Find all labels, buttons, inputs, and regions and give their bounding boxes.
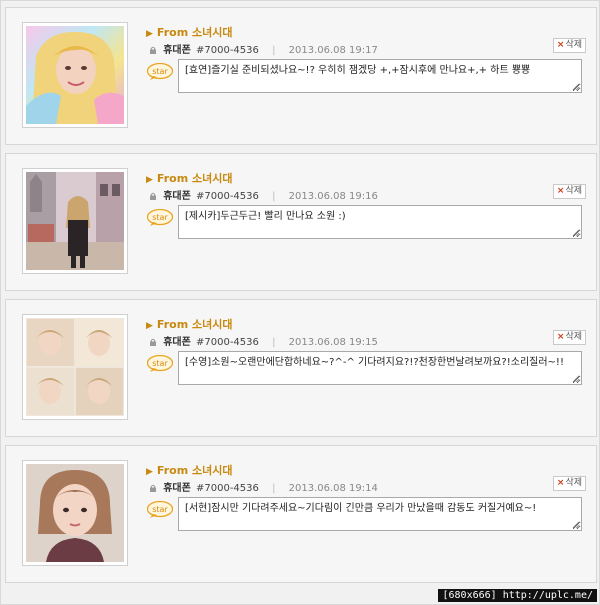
arrow-right-icon: ▶ — [146, 321, 153, 331]
star-badge-icon: star — [147, 355, 174, 372]
message-date: 2013.06.08 19:17 — [288, 45, 378, 56]
sender-label: 휴대폰 — [163, 45, 191, 56]
delete-label: 삭제 — [565, 40, 582, 50]
arrow-right-icon: ▶ — [146, 467, 153, 477]
sender-label: 휴대폰 — [163, 483, 191, 494]
collage-photo-icon — [26, 318, 124, 416]
star-badge-icon: star — [147, 501, 174, 518]
delete-button[interactable]: ×삭제 — [552, 476, 586, 491]
message-text: [제시카]두근두근! 빨리 만나요 소원 :) — [185, 211, 346, 222]
delete-button[interactable]: ×삭제 — [552, 330, 586, 345]
sender-label: 휴대폰 — [163, 337, 191, 348]
message-textarea[interactable]: [제시카]두근두근! 빨리 만나요 소원 :) — [178, 205, 582, 239]
arrow-right-icon: ▶ — [146, 175, 153, 185]
from-prefix: From — [156, 26, 189, 39]
from-prefix: From — [156, 464, 189, 477]
message-photo[interactable] — [22, 314, 128, 420]
watermark: [680x666] http://uplc.me/ — [438, 589, 597, 602]
sender-number: #7000-4536 — [195, 337, 259, 348]
from-name: 소녀시대 — [192, 464, 233, 477]
message-list: ▶ From 소녀시대 휴대폰 #7000-4536 | 2013.06.08 1… — [0, 0, 600, 605]
message-text: [효연]즐기실 준비되셨나요~!? 우히히 잼겠당 +,+잠시후에 만나요+,+… — [185, 65, 531, 76]
message-photo[interactable] — [22, 168, 128, 274]
resize-grip-icon[interactable] — [572, 521, 580, 529]
lock-icon — [150, 192, 156, 200]
message-meta: 휴대폰 #7000-4536 | 2013.06.08 19:16 — [149, 187, 378, 202]
person-photo-icon — [26, 172, 124, 270]
message-textarea[interactable]: [서현]잠시만 기다려주세요~기다림이 긴만큼 우리가 만났을때 감동도 커질거… — [178, 497, 582, 531]
close-icon: × — [556, 186, 565, 196]
message-textarea[interactable]: [수영]소원~오랜만에단합하네요~?^-^ 기다려지요?!?천장한번날려보까요?… — [178, 351, 582, 385]
delete-label: 삭제 — [565, 332, 582, 342]
divider: | — [272, 191, 276, 202]
person-photo-icon — [26, 464, 124, 562]
badge-text: star — [152, 359, 168, 368]
person-photo-icon — [26, 26, 124, 124]
close-icon: × — [556, 478, 565, 488]
delete-label: 삭제 — [565, 186, 582, 196]
lock-icon — [150, 46, 156, 54]
message-date: 2013.06.08 19:14 — [288, 483, 378, 494]
arrow-right-icon: ▶ — [146, 29, 153, 39]
badge-text: star — [152, 213, 168, 222]
from-prefix: From — [156, 318, 189, 331]
message-text: [서현]잠시만 기다려주세요~기다림이 긴만큼 우리가 만났을때 감동도 커질거… — [185, 503, 537, 514]
lock-icon — [150, 338, 156, 346]
message-card: ▶ From 소녀시대 휴대폰 #7000-4536 | 2013.06.08 1… — [5, 7, 597, 145]
sender-number: #7000-4536 — [195, 483, 259, 494]
message-text: [수영]소원~오랜만에단합하네요~?^-^ 기다려지요?!?천장한번날려보까요?… — [185, 357, 564, 368]
star-badge-icon: star — [147, 63, 174, 80]
resize-grip-icon[interactable] — [572, 375, 580, 383]
from-label: ▶ From 소녀시대 — [146, 170, 233, 186]
from-name: 소녀시대 — [192, 26, 233, 39]
resize-grip-icon[interactable] — [572, 229, 580, 237]
from-prefix: From — [156, 172, 189, 185]
star-badge-icon: star — [147, 209, 174, 226]
close-icon: × — [556, 332, 565, 342]
delete-label: 삭제 — [565, 478, 582, 488]
message-card: ▶ From 소녀시대 휴대폰 #7000-4536 | 2013.06.08 1… — [5, 299, 597, 437]
message-meta: 휴대폰 #7000-4536 | 2013.06.08 19:14 — [149, 479, 378, 494]
sender-number: #7000-4536 — [195, 191, 259, 202]
message-meta: 휴대폰 #7000-4536 | 2013.06.08 19:15 — [149, 333, 378, 348]
divider: | — [272, 483, 276, 494]
divider: | — [272, 45, 276, 56]
from-name: 소녀시대 — [192, 318, 233, 331]
from-label: ▶ From 소녀시대 — [146, 24, 233, 40]
lock-icon — [150, 484, 156, 492]
message-textarea[interactable]: [효연]즐기실 준비되셨나요~!? 우히히 잼겠당 +,+잠시후에 만나요+,+… — [178, 59, 582, 93]
badge-text: star — [152, 505, 168, 514]
divider: | — [272, 337, 276, 348]
badge-text: star — [152, 67, 168, 76]
sender-label: 휴대폰 — [163, 191, 191, 202]
from-label: ▶ From 소녀시대 — [146, 316, 233, 332]
resize-grip-icon[interactable] — [572, 83, 580, 91]
message-photo[interactable] — [22, 460, 128, 566]
sender-number: #7000-4536 — [195, 45, 259, 56]
delete-button[interactable]: ×삭제 — [552, 184, 586, 199]
message-date: 2013.06.08 19:15 — [288, 337, 378, 348]
message-card: ▶ From 소녀시대 휴대폰 #7000-4536 | 2013.06.08 1… — [5, 153, 597, 291]
delete-button[interactable]: ×삭제 — [552, 38, 586, 53]
from-name: 소녀시대 — [192, 172, 233, 185]
message-meta: 휴대폰 #7000-4536 | 2013.06.08 19:17 — [149, 41, 378, 56]
close-icon: × — [556, 40, 565, 50]
from-label: ▶ From 소녀시대 — [146, 462, 233, 478]
message-card: ▶ From 소녀시대 휴대폰 #7000-4536 | 2013.06.08 1… — [5, 445, 597, 583]
message-photo[interactable] — [22, 22, 128, 128]
message-date: 2013.06.08 19:16 — [288, 191, 378, 202]
